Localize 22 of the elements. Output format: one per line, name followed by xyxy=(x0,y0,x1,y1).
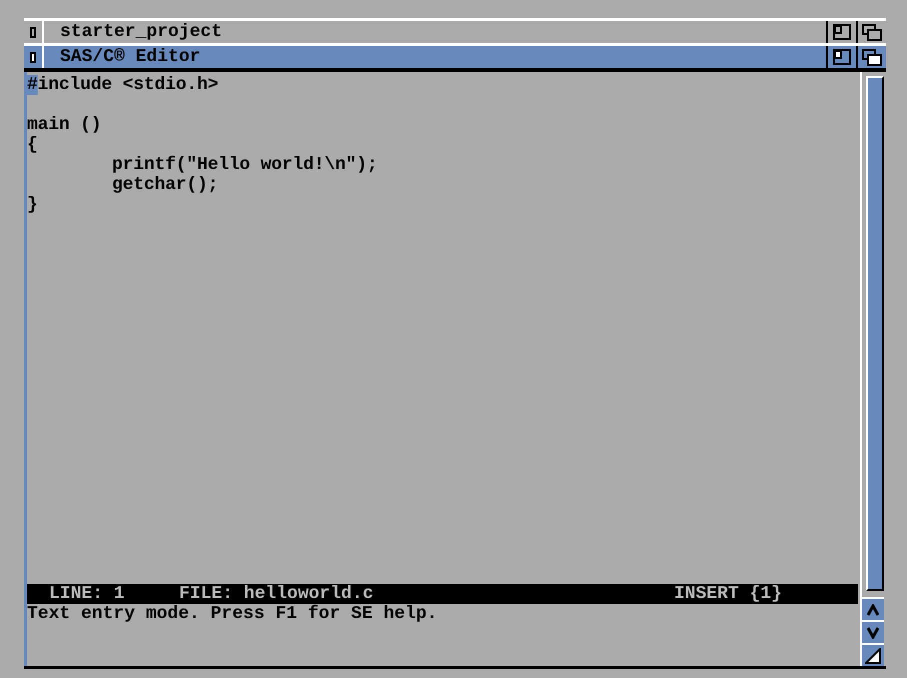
code-line: } xyxy=(27,195,39,215)
zoom-icon xyxy=(833,24,851,40)
window-title: SAS/C® Editor xyxy=(59,47,202,67)
depth-icon xyxy=(862,24,882,40)
code-line: { xyxy=(27,135,39,155)
close-icon xyxy=(30,26,36,38)
code-line: printf("Hello world!\n"); xyxy=(110,155,379,175)
file-name: FILE: helloworld.c xyxy=(179,584,374,604)
line-indicator: LINE: 1 xyxy=(49,584,126,604)
code-line: main () xyxy=(27,115,102,135)
window-title: starter_project xyxy=(59,22,224,42)
mode-indicator: INSERT {1} xyxy=(674,584,782,604)
code-line: getchar(); xyxy=(110,175,220,195)
resize-icon xyxy=(865,648,881,664)
scroll-up-button[interactable] xyxy=(862,597,884,620)
scroll-down-button[interactable] xyxy=(862,620,884,643)
zoom-icon xyxy=(833,49,851,65)
status-message: Text entry mode. Press F1 for SE help. xyxy=(27,604,438,624)
scrollbar-thumb[interactable] xyxy=(866,76,884,591)
depth-icon xyxy=(862,48,882,66)
close-icon xyxy=(30,52,36,62)
resize-button[interactable] xyxy=(862,643,884,666)
